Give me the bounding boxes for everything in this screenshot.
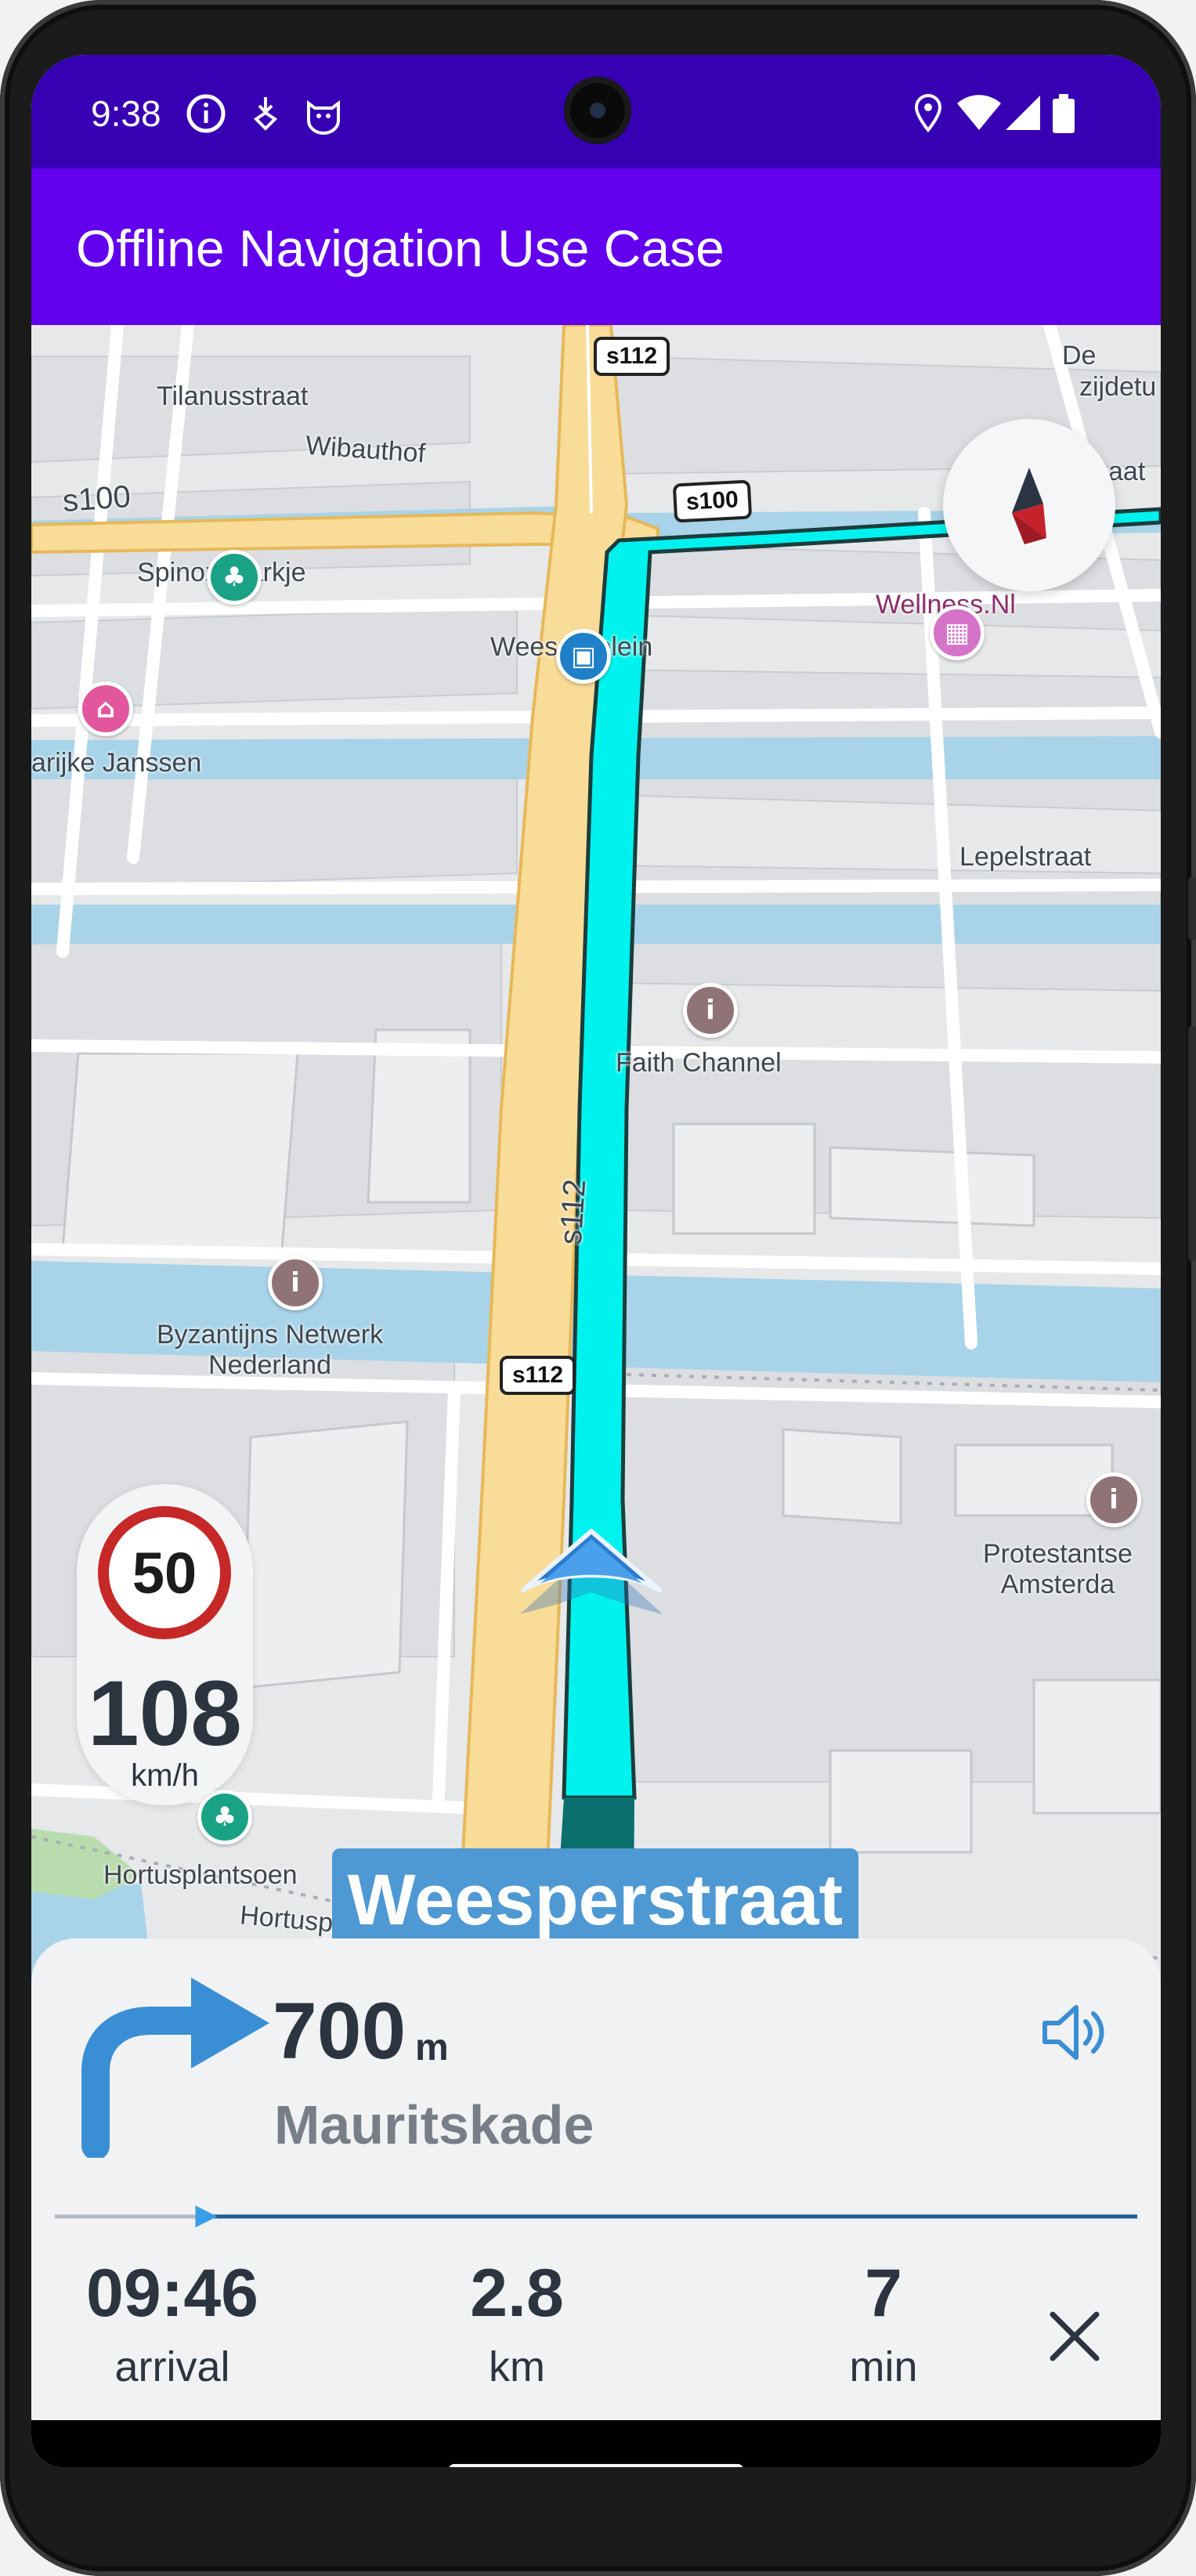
close-icon[interactable] <box>1043 2305 1106 2368</box>
screen: 9:38 Offline Navigation Use Case s112 s1… <box>31 55 1161 2467</box>
current-speed: 108 <box>88 1662 242 1765</box>
park-poi-icon[interactable]: ♣ <box>207 550 262 605</box>
label-protestantse-line1: Protestantse <box>983 1539 1133 1569</box>
home-indicator[interactable] <box>449 2464 743 2467</box>
maneuver-distance: 700 <box>273 1986 406 2076</box>
bus-stop-poi-icon[interactable]: ▣ <box>556 629 611 684</box>
speed-panel: 50 108 km/h <box>77 1484 253 1805</box>
power-button <box>1188 877 1196 940</box>
turn-right-icon <box>81 1978 269 2158</box>
label-byzantijns-line1: Byzantijns Netwerk <box>157 1320 384 1349</box>
remaining-time: 7 <box>865 2256 902 2331</box>
label-byzantijns-line2: Nederland <box>208 1350 331 1380</box>
route-shield-s100: s100 <box>672 479 752 523</box>
arrival-time: 09:46 <box>86 2256 258 2331</box>
volume-button <box>1188 1026 1196 1261</box>
info-poi-icon[interactable]: i <box>268 1255 323 1310</box>
speed-limit-sign: 50 <box>98 1506 231 1639</box>
museum-poi-icon[interactable]: ⌂ <box>78 681 133 736</box>
battery-icon <box>1053 94 1075 133</box>
progress-marker <box>195 2206 218 2227</box>
label-faith-channel: Faith Channel <box>616 1048 782 1078</box>
time-stat: 7 min <box>805 2260 962 2391</box>
next-street: Mauritskade <box>274 2094 594 2155</box>
app-bar: Offline Navigation Use Case <box>31 168 1161 325</box>
download-icon <box>253 97 278 131</box>
status-time: 9:38 <box>91 93 161 134</box>
navigation-panel: 700 m Mauritskade 09:46 arrival 2.8 km 7… <box>31 1938 1161 2420</box>
location-icon <box>914 93 942 133</box>
label-protestantse: Protestantse Amsterda <box>983 1539 1133 1600</box>
arrival-label: arrival <box>114 2343 230 2390</box>
label-lepelstraat: Lepelstraat <box>959 842 1092 872</box>
speed-unit: km/h <box>131 1758 199 1793</box>
label-byzantijns: Byzantijns Netwerk Nederland <box>157 1320 383 1381</box>
info-poi-icon[interactable]: i <box>1086 1472 1141 1527</box>
info-poi-icon[interactable]: i <box>683 983 738 1038</box>
front-camera <box>564 77 631 144</box>
label-zijdetu: zijdetu <box>1079 372 1157 402</box>
label-s100: s100 <box>61 479 132 518</box>
trip-progress-bar <box>55 2206 1137 2227</box>
arrival-stat: 09:46 arrival <box>70 2260 274 2391</box>
compass-icon <box>1012 468 1046 544</box>
maneuver-distance-unit: m <box>415 2027 449 2068</box>
cat-icon <box>307 100 340 135</box>
current-street-banner: Weesperstraat <box>332 1848 858 1952</box>
label-janssen: arijke Janssen <box>31 748 202 778</box>
route-shield-s112-top: s112 <box>594 337 670 376</box>
park-poi-icon[interactable]: ♣ <box>197 1790 252 1844</box>
info-icon <box>186 94 226 133</box>
app-title: Offline Navigation Use Case <box>76 219 724 277</box>
label-de: De <box>1062 341 1097 370</box>
sound-icon[interactable] <box>1035 1993 1114 2072</box>
system-nav-bar <box>31 2420 1161 2467</box>
label-tilanusstraat: Tilanusstraat <box>157 381 309 411</box>
wellness-poi-icon[interactable]: ▦ <box>930 605 985 660</box>
wifi-icon <box>957 95 1001 130</box>
compass-button[interactable] <box>943 419 1115 591</box>
label-hortusplantsoen: Hortusplantsoen <box>103 1860 298 1890</box>
phone-frame: 9:38 Offline Navigation Use Case s112 s1… <box>0 0 1196 2576</box>
map-view[interactable]: s112 s100 s112 Tilanusstraat Wibauthof s… <box>31 325 1161 2017</box>
distance-stat: 2.8 km <box>439 2260 595 2391</box>
status-bar: 9:38 <box>31 55 1161 168</box>
remaining-distance-unit: km <box>489 2343 545 2390</box>
label-protestantse-line2: Amsterda <box>1000 1570 1115 1599</box>
route-shield-s112-mid: s112 <box>500 1356 576 1395</box>
signal-icon <box>1006 96 1040 130</box>
remaining-time-unit: min <box>849 2343 918 2390</box>
label-s112-road: s112 <box>553 1178 593 1246</box>
remaining-distance: 2.8 <box>470 2256 564 2331</box>
